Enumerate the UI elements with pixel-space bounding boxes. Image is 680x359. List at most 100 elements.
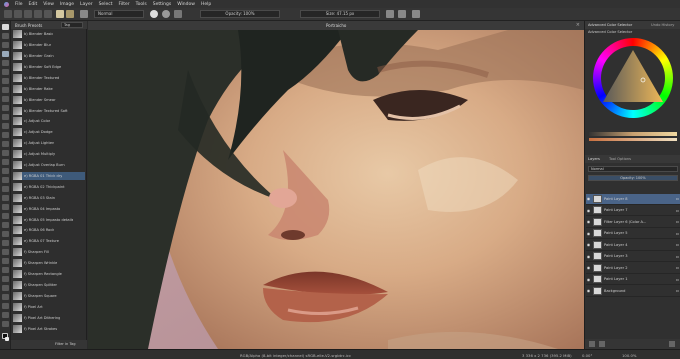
visibility-eye-icon[interactable]: ◉ bbox=[586, 231, 591, 236]
line-tool-icon[interactable] bbox=[2, 60, 9, 66]
reload-preset-icon[interactable] bbox=[150, 10, 158, 18]
menu-select[interactable]: Select bbox=[99, 2, 113, 7]
brush-preset-item[interactable]: f) Sharpen Wrinkle bbox=[13, 259, 85, 268]
tab-layers[interactable]: Layers bbox=[588, 157, 600, 161]
erase-mode-icon[interactable] bbox=[162, 10, 170, 18]
menu-settings[interactable]: Settings bbox=[153, 2, 171, 7]
brush-preset-item[interactable]: e) RGBA 02 Thickpaint bbox=[13, 182, 85, 192]
close-document-icon[interactable]: × bbox=[576, 22, 580, 28]
brush-preset-item[interactable]: c) Adjust Lighten bbox=[13, 139, 85, 148]
move-tool-icon[interactable] bbox=[2, 150, 9, 156]
menu-image[interactable]: Image bbox=[60, 2, 74, 7]
edit-shapes-tool-icon[interactable] bbox=[2, 42, 9, 48]
size-slider[interactable]: Size: 47.15 px bbox=[300, 10, 380, 18]
mirror-horizontal-icon[interactable] bbox=[386, 10, 394, 18]
brush-preset-item[interactable]: b) Blender Smear bbox=[13, 95, 85, 104]
saturation-value-triangle[interactable] bbox=[603, 50, 663, 104]
fill-pattern-icon[interactable] bbox=[66, 10, 74, 18]
tag-select[interactable]: Tag bbox=[61, 22, 83, 28]
alpha-lock-icon[interactable]: ▫ bbox=[675, 288, 680, 293]
wrap-around-icon[interactable] bbox=[412, 10, 420, 18]
magnetic-selection-tool-icon[interactable] bbox=[2, 303, 9, 309]
brush-preset-item[interactable]: b) Blender Textured bbox=[13, 73, 85, 83]
menu-edit[interactable]: Edit bbox=[29, 2, 38, 7]
add-layer-icon[interactable] bbox=[589, 341, 595, 347]
brush-preset-item[interactable]: f) Pixel Art Strokes bbox=[13, 324, 85, 333]
colorize-mask-tool-icon[interactable] bbox=[2, 186, 9, 192]
visibility-eye-icon[interactable]: ◉ bbox=[586, 208, 591, 213]
bezier-selection-tool-icon[interactable] bbox=[2, 294, 9, 300]
layer-row[interactable]: ◉ Paint Layer 2 ▫ bbox=[586, 263, 680, 274]
layer-row[interactable]: ◉ Paint Layer 1 ▫ bbox=[586, 275, 680, 285]
layer-row[interactable]: ◉ Paint Layer 8 ▫ bbox=[586, 194, 680, 205]
rectangle-tool-icon[interactable] bbox=[2, 69, 9, 75]
filter-in-tag-checkbox[interactable]: Filter in Tag bbox=[55, 342, 76, 346]
brush-preset-item[interactable]: b) Blender Textured Soft bbox=[13, 106, 85, 115]
opacity-slider[interactable]: Opacity: 100% bbox=[200, 10, 280, 18]
brush-preset-item[interactable]: f) Pixel Art bbox=[13, 302, 85, 312]
preserve-alpha-icon[interactable] bbox=[174, 10, 182, 18]
reference-images-tool-icon[interactable] bbox=[2, 231, 9, 237]
text-tool-icon[interactable] bbox=[2, 33, 9, 39]
menu-layer[interactable]: Layer bbox=[80, 2, 93, 7]
dynamic-brush-tool-icon[interactable] bbox=[2, 123, 9, 129]
alpha-lock-icon[interactable]: ▫ bbox=[675, 265, 680, 270]
visibility-eye-icon[interactable]: ◉ bbox=[586, 288, 591, 293]
menu-window[interactable]: Window bbox=[177, 2, 195, 7]
brush-preset-item[interactable]: c) Adjust Multiply bbox=[13, 150, 85, 159]
menu-view[interactable]: View bbox=[43, 2, 54, 7]
alpha-lock-icon[interactable]: ▫ bbox=[675, 231, 680, 236]
select-shapes-tool-icon[interactable] bbox=[2, 24, 9, 30]
menu-tools[interactable]: Tools bbox=[136, 2, 147, 7]
delete-layer-icon[interactable] bbox=[669, 341, 675, 347]
brush-preset-item[interactable]: e) RGBA 07 Texture bbox=[13, 237, 85, 246]
tab-tool-options[interactable]: Tool Options bbox=[609, 157, 631, 161]
brush-preset-item[interactable]: c) Adjust Dodge bbox=[13, 128, 85, 137]
blend-mode-select[interactable]: Normal bbox=[94, 10, 144, 18]
document-tab-title[interactable]: Portraicho bbox=[326, 23, 346, 28]
crop-tool-icon[interactable] bbox=[2, 159, 9, 165]
open-document-icon[interactable] bbox=[14, 10, 22, 18]
undo-icon[interactable] bbox=[34, 10, 42, 18]
gradient-tool-icon[interactable] bbox=[2, 168, 9, 174]
brush-preset-item[interactable]: e) RGBA 06 Rock bbox=[13, 226, 85, 235]
smart-patch-tool-icon[interactable] bbox=[2, 195, 9, 201]
layer-row[interactable]: ◉ Background ▫ bbox=[586, 286, 680, 297]
fill-gradient-icon[interactable] bbox=[56, 10, 64, 18]
alpha-lock-icon[interactable]: ▫ bbox=[675, 254, 680, 259]
freehand-selection-tool-icon[interactable] bbox=[2, 267, 9, 273]
measure-tool-icon[interactable] bbox=[2, 222, 9, 228]
brush-preset-item[interactable]: b) Blender Blur bbox=[13, 41, 85, 50]
tab-advanced-color-selector[interactable]: Advanced Color Selector bbox=[588, 23, 632, 27]
layer-row[interactable]: ◉ Paint Layer 5 ▫ bbox=[586, 229, 680, 239]
visibility-eye-icon[interactable]: ◉ bbox=[586, 277, 591, 282]
color-history-bar[interactable] bbox=[589, 132, 677, 136]
brush-preset-item[interactable]: b) Blender Rake bbox=[13, 84, 85, 94]
multibrush-tool-icon[interactable] bbox=[2, 132, 9, 138]
alpha-lock-icon[interactable]: ▫ bbox=[675, 242, 680, 247]
polygon-tool-icon[interactable] bbox=[2, 87, 9, 93]
zoom-level[interactable]: 100.0% bbox=[622, 353, 636, 358]
layer-row[interactable]: ◉ Filter Layer 6 (Color A... ▫ bbox=[586, 217, 680, 228]
visibility-eye-icon[interactable]: ◉ bbox=[586, 242, 591, 247]
layer-blend-mode-select[interactable]: Normal bbox=[588, 166, 678, 172]
menu-file[interactable]: File bbox=[15, 2, 23, 7]
menu-filter[interactable]: Filter bbox=[118, 2, 129, 7]
duplicate-layer-icon[interactable] bbox=[599, 341, 605, 347]
polygonal-selection-tool-icon[interactable] bbox=[2, 258, 9, 264]
contiguous-selection-tool-icon[interactable] bbox=[2, 276, 9, 282]
polyline-tool-icon[interactable] bbox=[2, 96, 9, 102]
brush-tool-icon[interactable] bbox=[2, 51, 9, 57]
background-color-swatch[interactable] bbox=[5, 337, 9, 341]
mirror-vertical-icon[interactable] bbox=[398, 10, 406, 18]
alpha-lock-icon[interactable]: ▫ bbox=[675, 277, 680, 282]
brush-preset-item[interactable]: e) RGBA 04 Impasto bbox=[13, 204, 85, 213]
new-document-icon[interactable] bbox=[4, 10, 12, 18]
app-logo-icon[interactable] bbox=[4, 1, 9, 7]
brush-preset-item[interactable]: c) Adjust Overlap Burn bbox=[13, 161, 85, 170]
brush-preset-item[interactable]: f) Sharpen Square bbox=[13, 291, 85, 301]
brush-preset-item[interactable]: f) Sharpen Fill bbox=[13, 248, 85, 257]
layer-row[interactable]: ◉ Paint Layer 3 ▫ bbox=[586, 252, 680, 262]
alpha-lock-icon[interactable]: ▫ bbox=[675, 208, 680, 213]
ellipse-tool-icon[interactable] bbox=[2, 78, 9, 84]
